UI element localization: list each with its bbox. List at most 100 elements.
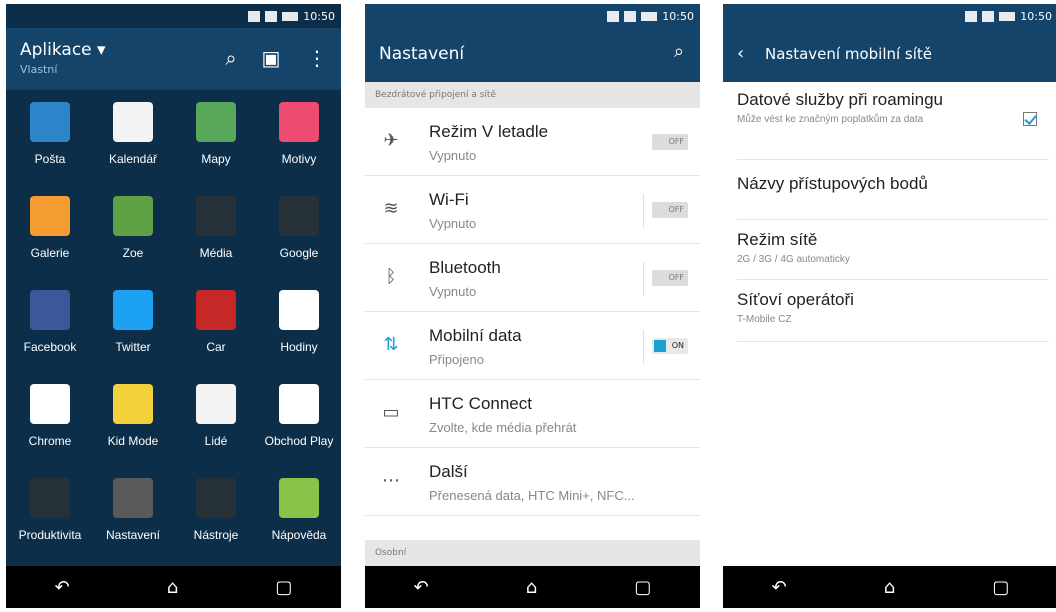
app-zoe[interactable]: Zoe [89, 184, 177, 278]
mobile-data-toggle[interactable]: ON [652, 338, 688, 354]
app-label: Chrome [28, 434, 72, 448]
divider [643, 194, 644, 228]
row-wifi[interactable]: ≋ Wi-Fi Vypnuto OFF [365, 176, 700, 244]
signal-icon [265, 10, 278, 22]
row-network-mode[interactable]: Režim sítě 2G / 3G / 4G automaticky [737, 230, 1049, 280]
recent-apps-icon[interactable]: ▢ [275, 577, 292, 598]
app-nastroje[interactable]: Nástroje [172, 466, 260, 560]
row-subtitle: Připojeno [429, 352, 484, 367]
app-car[interactable]: Car [172, 278, 260, 372]
bluetooth-toggle[interactable]: OFF [652, 270, 688, 286]
row-bluetooth[interactable]: ᛒ Bluetooth Vypnuto OFF [365, 244, 700, 312]
app-hodiny[interactable]: Hodiny [255, 278, 341, 372]
app-obchod-play[interactable]: Obchod Play [255, 372, 341, 466]
app-label: Mapy [201, 152, 231, 166]
car-icon [196, 290, 236, 330]
row-mobile-data[interactable]: ⇅ Mobilní data Připojeno ON [365, 312, 700, 380]
row-subtitle: Vypnuto [429, 148, 477, 163]
gallery-icon [30, 196, 70, 236]
tools-folder-icon [196, 478, 236, 518]
mobile-data-icon: ⇅ [383, 334, 399, 355]
row-roaming[interactable]: Datové služby při roamingu Může vést ke … [737, 90, 1049, 160]
row-title: Wi-Fi [429, 190, 469, 209]
app-facebook[interactable]: Facebook [6, 278, 94, 372]
network-title: Nastavení mobilní sítě [765, 45, 933, 63]
kid-mode-icon [113, 384, 153, 424]
app-label: Facebook [23, 340, 77, 354]
battery-icon [999, 11, 1016, 21]
settings-header: Nastavení ⌕ [365, 28, 700, 82]
network-header: ‹ Nastavení mobilní sítě [723, 28, 1056, 82]
home-icon[interactable]: ⌂ [526, 577, 537, 598]
row-title: Bluetooth [429, 258, 501, 277]
app-motivy[interactable]: Motivy [255, 90, 341, 184]
row-title: HTC Connect [429, 394, 532, 413]
search-icon[interactable]: ⌕ [219, 44, 243, 72]
settings-gear-icon [113, 478, 153, 518]
battery-icon [282, 11, 299, 21]
app-label: Nástroje [193, 528, 239, 542]
row-more[interactable]: ⋯ Další Přenesená data, HTC Mini+, NFC..… [365, 448, 700, 516]
apps-title[interactable]: Aplikace ▾ [20, 40, 106, 60]
status-time: 10:50 [1020, 9, 1052, 23]
zoe-icon [113, 196, 153, 236]
nfc-icon [607, 10, 620, 22]
app-google[interactable]: Google [255, 184, 341, 278]
app-label: Galerie [30, 246, 70, 260]
nfc-icon [965, 10, 978, 22]
app-kalendar[interactable]: Kalendář [89, 90, 177, 184]
clock-icon [279, 290, 319, 330]
search-icon[interactable]: ⌕ [674, 41, 684, 62]
app-label: Motivy [281, 152, 317, 166]
app-chrome[interactable]: Chrome [6, 372, 94, 466]
home-icon[interactable]: ⌂ [884, 577, 895, 598]
row-subtitle: T-Mobile CZ [737, 314, 792, 325]
row-subtitle: 2G / 3G / 4G automaticky [737, 254, 850, 265]
app-label: Zoe [122, 246, 144, 260]
back-icon[interactable]: ↶ [414, 577, 429, 598]
row-apn[interactable]: Názvy přístupových bodů [737, 174, 1049, 220]
back-arrow-icon[interactable]: ‹ [737, 43, 744, 64]
row-title: Datové služby při roamingu [737, 90, 943, 109]
status-bar: 10:50 [723, 4, 1056, 28]
roaming-checkbox[interactable] [1023, 112, 1037, 126]
airplane-toggle[interactable]: OFF [652, 134, 688, 150]
row-network-operators[interactable]: Síťoví operátoři T-Mobile CZ [737, 290, 1049, 342]
calendar-icon [113, 102, 153, 142]
navigation-bar: ↶ ⌂ ▢ [6, 566, 341, 608]
row-title: Síťoví operátoři [737, 290, 854, 309]
toggle-knob [654, 340, 666, 352]
navigation-bar: ↶ ⌂ ▢ [365, 566, 700, 608]
nfc-icon [248, 10, 261, 22]
row-airplane-mode[interactable]: ✈ Režim V letadle Vypnuto OFF [365, 108, 700, 176]
app-lide[interactable]: Lidé [172, 372, 260, 466]
app-galerie[interactable]: Galerie [6, 184, 94, 278]
row-htc-connect[interactable]: ▭ HTC Connect Zvolte, kde média přehrát [365, 380, 700, 448]
app-twitter[interactable]: Twitter [89, 278, 177, 372]
section-wireless: Bezdrátové připojení a sítě [365, 82, 700, 108]
app-napoveda[interactable]: Nápověda [255, 466, 341, 560]
app-nastaveni[interactable]: Nastavení [89, 466, 177, 560]
store-icon[interactable]: ▣ [259, 44, 283, 72]
back-icon[interactable]: ↶ [772, 577, 787, 598]
home-icon[interactable]: ⌂ [167, 577, 178, 598]
recent-apps-icon[interactable]: ▢ [634, 577, 651, 598]
twitter-icon [113, 290, 153, 330]
app-posta[interactable]: Pošta [6, 90, 94, 184]
themes-icon [279, 102, 319, 142]
bluetooth-icon: ᛒ [385, 266, 397, 287]
media-folder-icon [196, 196, 236, 236]
app-media[interactable]: Média [172, 184, 260, 278]
wifi-toggle[interactable]: OFF [652, 202, 688, 218]
app-mapy[interactable]: Mapy [172, 90, 260, 184]
back-icon[interactable]: ↶ [55, 577, 70, 598]
app-label: Nápověda [271, 528, 327, 542]
overflow-menu-icon[interactable]: ⋮ [305, 44, 329, 72]
app-kid-mode[interactable]: Kid Mode [89, 372, 177, 466]
toggle-label: ON [671, 341, 684, 350]
recent-apps-icon[interactable]: ▢ [992, 577, 1009, 598]
app-produktivita[interactable]: Produktivita [6, 466, 94, 560]
battery-icon [641, 11, 658, 21]
row-title: Mobilní data [429, 326, 522, 345]
productivity-folder-icon [30, 478, 70, 518]
